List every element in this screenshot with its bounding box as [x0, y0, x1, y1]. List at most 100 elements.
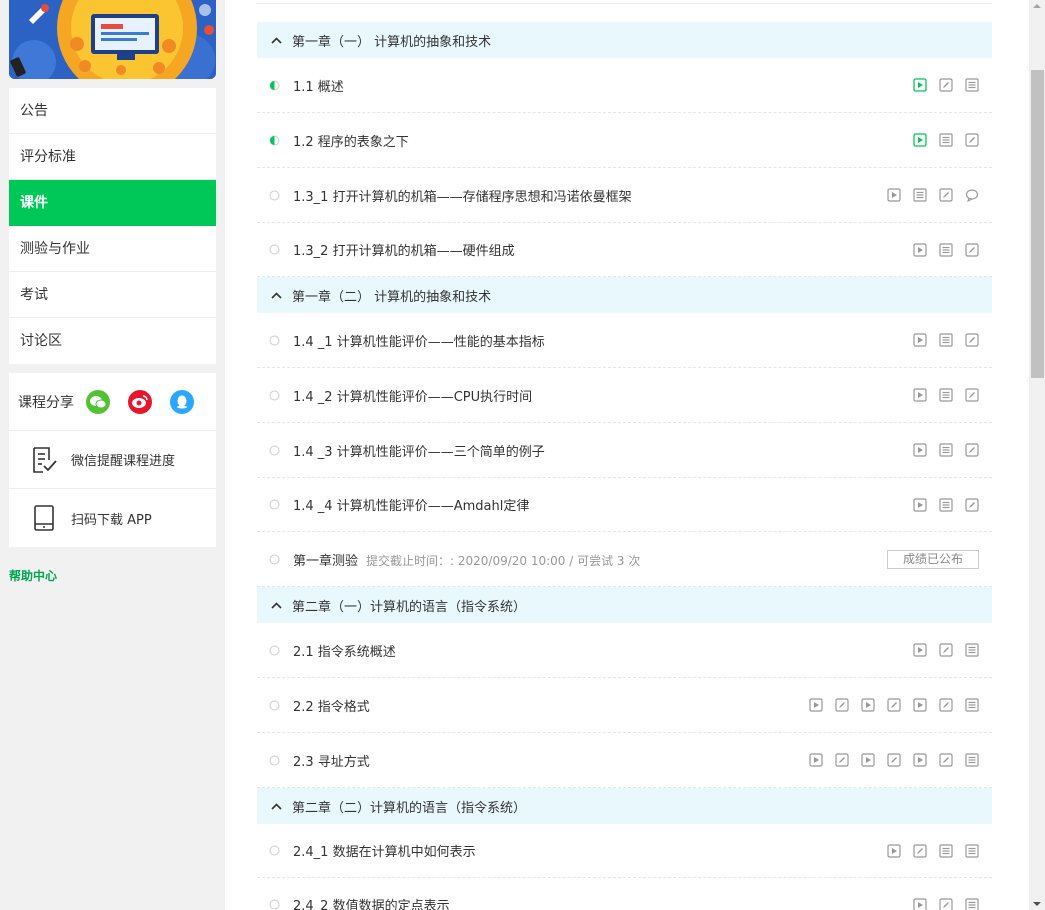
video-icon[interactable] [913, 753, 927, 767]
video-icon[interactable] [809, 753, 823, 767]
video-icon[interactable] [913, 698, 927, 712]
video-icon[interactable] [861, 753, 875, 767]
document-edit-icon[interactable] [965, 333, 979, 347]
qq-icon[interactable] [170, 389, 194, 414]
document-edit-icon[interactable] [835, 753, 849, 767]
course-banner-image [9, 0, 216, 79]
lesson-row[interactable]: 1.4 _4 计算机性能评价——Amdahl定律 [257, 478, 992, 532]
lesson-resource-icons [901, 497, 979, 512]
video-icon[interactable] [861, 698, 875, 712]
chevron-up-icon[interactable] [271, 36, 282, 44]
text-document-icon[interactable] [965, 643, 979, 657]
nav-item-announcement[interactable]: 公告 [9, 88, 216, 134]
text-document-icon[interactable] [939, 133, 953, 147]
video-icon[interactable] [887, 843, 901, 858]
chevron-up-icon[interactable] [271, 802, 282, 810]
scroll-up-arrow-icon[interactable] [1033, 4, 1041, 8]
lesson-title: 2.2 指令格式 [293, 699, 370, 715]
course-nav: 公告 评分标准 课件 测验与作业 考试 讨论区 [9, 88, 216, 364]
lesson-row[interactable]: 2.3 寻址方式 [257, 733, 992, 788]
scrollbar[interactable] [1029, 0, 1045, 910]
video-icon[interactable] [913, 497, 927, 512]
grade-published-button[interactable]: 成绩已公布 [887, 549, 979, 569]
video-icon[interactable] [913, 897, 927, 910]
video-icon[interactable] [913, 643, 927, 657]
text-document-icon[interactable] [965, 698, 979, 712]
text-document-icon[interactable] [965, 753, 979, 767]
course-share-row: 课程分享 [9, 373, 216, 431]
quiz-row[interactable]: 第一章测验 提交截止时间：: 2020/09/20 10:00 / 可尝试 3 次… [257, 532, 992, 587]
nav-item-courseware[interactable]: 课件 [9, 180, 216, 226]
lesson-title: 1.3_1 打开计算机的机箱——存储程序思想和冯诺依曼框架 [293, 189, 632, 205]
document-edit-icon[interactable] [965, 497, 979, 512]
progress-empty-icon [269, 445, 280, 455]
text-document-icon[interactable] [965, 78, 979, 92]
document-edit-icon[interactable] [939, 897, 953, 910]
video-icon[interactable] [913, 443, 927, 457]
video-watched-icon[interactable] [913, 78, 927, 92]
lesson-row[interactable]: 1.1 概述 [257, 58, 992, 113]
lesson-row[interactable]: 1.2 程序的表象之下 [257, 113, 992, 168]
video-icon[interactable] [913, 388, 927, 402]
scroll-thumb[interactable] [1031, 70, 1044, 378]
lesson-row[interactable]: 1.4 _1 计算机性能评价——性能的基本指标 [257, 313, 992, 368]
text-document-icon[interactable] [913, 188, 927, 202]
text-document-icon[interactable] [939, 333, 953, 347]
document-edit-icon[interactable] [965, 388, 979, 402]
text-document-icon[interactable] [939, 843, 953, 858]
lesson-row[interactable]: 2.2 指令格式 [257, 678, 992, 733]
text-document-icon[interactable] [965, 843, 979, 858]
download-app-row[interactable]: 扫码下载 APP [9, 489, 216, 547]
nav-item-quiz-homework[interactable]: 测验与作业 [9, 226, 216, 272]
chapter-header[interactable]: 第二章（一）计算机的语言（指令系统） [257, 587, 992, 623]
text-document-icon[interactable] [939, 388, 953, 402]
document-edit-icon[interactable] [835, 698, 849, 712]
chevron-up-icon[interactable] [271, 291, 282, 299]
document-edit-icon[interactable] [939, 753, 953, 767]
discussion-icon[interactable] [965, 188, 979, 202]
nav-item-discussion[interactable]: 讨论区 [9, 318, 216, 364]
top-divider [257, 3, 992, 4]
text-document-icon[interactable] [965, 897, 979, 910]
wechat-reminder-row[interactable]: 微信提醒课程进度 [9, 431, 216, 489]
video-watched-icon[interactable] [913, 133, 927, 147]
video-icon[interactable] [913, 333, 927, 347]
lesson-row[interactable]: 1.3_1 打开计算机的机箱——存储程序思想和冯诺依曼框架 [257, 168, 992, 223]
progress-empty-icon [269, 190, 280, 200]
lesson-row[interactable]: 1.4 _3 计算机性能评价——三个简单的例子 [257, 423, 992, 478]
nav-item-exam[interactable]: 考试 [9, 272, 216, 318]
document-edit-icon[interactable] [939, 698, 953, 712]
help-center-link[interactable]: 帮助中心 [9, 567, 216, 584]
document-edit-icon[interactable] [965, 133, 979, 147]
lesson-title: 2.4_2 数值数据的定点表示 [293, 899, 450, 910]
nav-item-grading[interactable]: 评分标准 [9, 134, 216, 180]
chevron-up-icon[interactable] [271, 601, 282, 609]
weibo-icon[interactable] [128, 389, 152, 414]
video-icon[interactable] [887, 188, 901, 202]
document-edit-icon[interactable] [965, 242, 979, 257]
scroll-down-arrow-icon[interactable] [1033, 902, 1041, 906]
lesson-row[interactable]: 2.1 指令系统概述 [257, 623, 992, 678]
lesson-row[interactable]: 1.3_2 打开计算机的机箱——硬件组成 [257, 223, 992, 277]
document-edit-icon[interactable] [965, 443, 979, 457]
chapter-header[interactable]: 第二章（二）计算机的语言（指令系统） [257, 788, 992, 824]
lesson-resource-icons [901, 333, 979, 347]
document-edit-icon[interactable] [887, 753, 901, 767]
document-edit-icon[interactable] [939, 78, 953, 92]
video-icon[interactable] [913, 242, 927, 257]
video-icon[interactable] [809, 698, 823, 712]
progress-empty-icon [269, 700, 280, 710]
text-document-icon[interactable] [939, 497, 953, 512]
chapter-header[interactable]: 第一章（二） 计算机的抽象和技术 [257, 277, 992, 313]
lesson-row[interactable]: 1.4 _2 计算机性能评价——CPU执行时间 [257, 368, 992, 423]
text-document-icon[interactable] [939, 443, 953, 457]
lesson-row[interactable]: 2.4_1 数据在计算机中如何表示 [257, 824, 992, 878]
document-edit-icon[interactable] [887, 698, 901, 712]
wechat-icon[interactable] [86, 389, 110, 414]
document-edit-icon[interactable] [913, 843, 927, 858]
chapter-header[interactable]: 第一章（一） 计算机的抽象和技术 [257, 22, 992, 58]
text-document-icon[interactable] [939, 242, 953, 257]
lesson-row[interactable]: 2.4_2 数值数据的定点表示 [257, 878, 992, 910]
document-edit-icon[interactable] [939, 188, 953, 202]
document-edit-icon[interactable] [939, 643, 953, 657]
